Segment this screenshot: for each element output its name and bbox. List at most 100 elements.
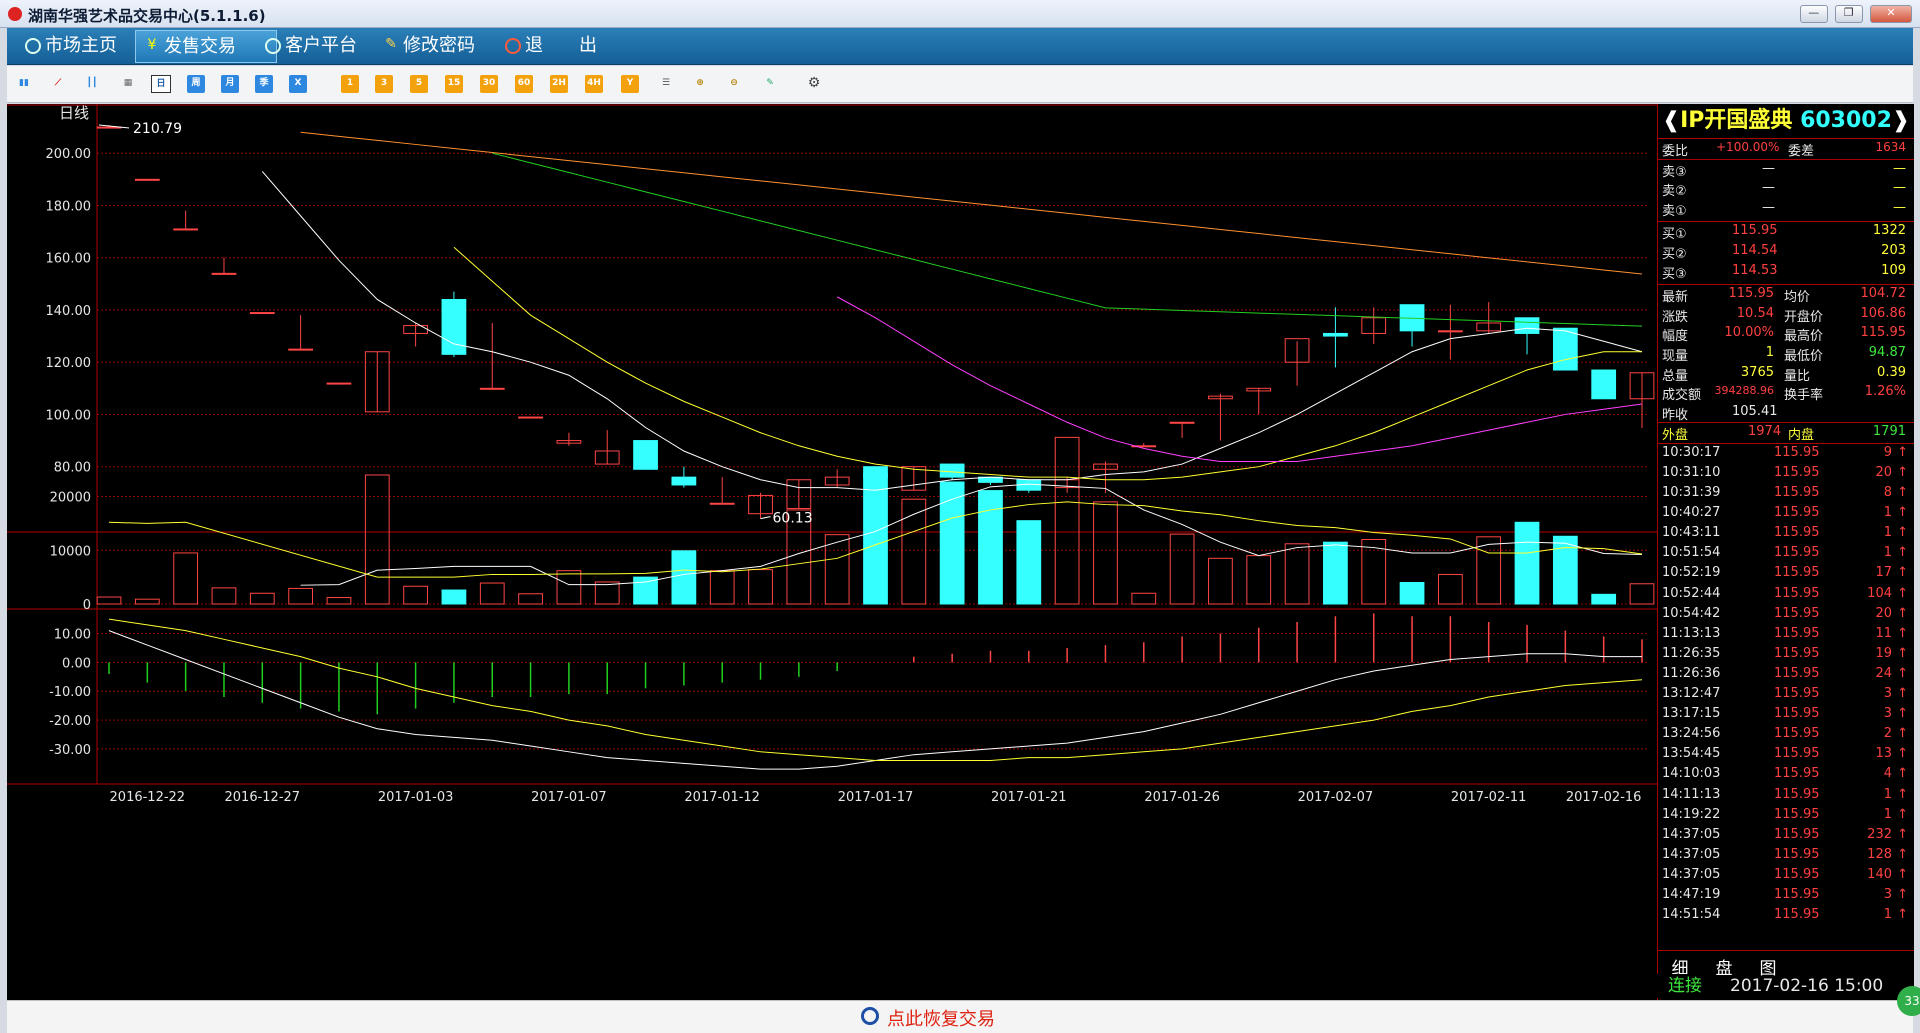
volume-bar <box>594 581 620 605</box>
candle-body <box>1169 421 1195 424</box>
period-month-button[interactable]: 月 <box>221 75 239 93</box>
tick-row: 14:37:05 115.95 140 ↑ <box>1662 866 1908 882</box>
notification-badge[interactable]: 33 <box>1897 986 1920 1016</box>
stat-row: 最新 115.95 均价 104.72 <box>1662 286 1906 306</box>
next-stock-arrow-icon[interactable]: ❱ <box>1892 104 1910 138</box>
outer-inner-row: 外盘 1974 内盘 1791 <box>1658 423 1914 444</box>
zoom-in-icon[interactable]: ⊕ <box>691 75 709 93</box>
nav-market-home[interactable]: 市场主页 <box>17 30 153 61</box>
period-day-button[interactable]: 日 <box>151 75 171 93</box>
period-x-button[interactable]: X <box>289 75 307 93</box>
tick-row: 10:31:39 115.95 8 ↑ <box>1662 485 1908 501</box>
tick-row: 11:26:36 115.95 24 ↑ <box>1662 665 1908 681</box>
minute-30-button[interactable]: 30 <box>480 75 498 93</box>
up-arrow-icon: ↑ <box>1897 866 1908 882</box>
volume-bar <box>709 570 735 605</box>
up-arrow-icon: ↑ <box>1897 726 1908 742</box>
tick-row: 11:26:35 115.95 19 ↑ <box>1662 645 1908 661</box>
tick-row: 14:37:05 115.95 232 ↑ <box>1662 826 1908 842</box>
minute-5-button[interactable]: 5 <box>410 75 428 93</box>
zoom-out-icon[interactable]: ⊖ <box>725 75 743 93</box>
list-icon[interactable]: ☰ <box>657 75 675 93</box>
restore-icon <box>861 1007 879 1025</box>
prev-close-row: 昨收 105.41 <box>1658 403 1914 424</box>
minute-15-button[interactable]: 15 <box>445 75 463 93</box>
kline-chart-area[interactable]: 200.00 180.00 160.00 140.00 120.00 100.00 80.0… <box>7 104 1657 1000</box>
date-tick-label: 2016-12-27 <box>225 790 301 805</box>
date-tick-label: 2016-12-22 <box>110 790 186 805</box>
power-icon <box>505 38 521 54</box>
kline-chart[interactable]: 200.00 180.00 160.00 140.00 120.00 100.00 80.0… <box>7 104 1657 1000</box>
period-week-button[interactable]: 周 <box>187 75 205 93</box>
tick-row: 13:17:15 115.95 3 ↑ <box>1662 706 1908 722</box>
volume-bar <box>288 587 314 605</box>
window-title: 湖南华强艺术品交易中心(5.1.1.6) <box>28 7 266 25</box>
volume-bar <box>211 587 237 605</box>
date-tick-label: 2017-02-16 <box>1566 790 1642 805</box>
maximize-button[interactable]: ❐ <box>1834 5 1863 23</box>
volume-bar <box>364 474 390 605</box>
line-chart-icon[interactable]: ⟋ <box>49 75 67 93</box>
candle-body <box>1514 317 1540 334</box>
minimize-button[interactable]: — <box>1799 5 1828 23</box>
ma10-line <box>453 246 1642 481</box>
minute-60-button[interactable]: 60 <box>515 75 533 93</box>
stat-row: 总量 3765 量比 0.39 <box>1662 364 1906 384</box>
bar-chart-icon[interactable]: ▮▮ <box>15 75 33 93</box>
tick-row: 10:52:19 115.95 17 ↑ <box>1662 565 1908 581</box>
nav-client-platform[interactable]: 客户平台 <box>257 30 393 61</box>
nav-change-password[interactable]: ✎ 修改密码 <box>375 30 515 61</box>
candle-body <box>134 178 160 181</box>
period-season-button[interactable]: 季 <box>255 75 273 93</box>
settings-gear-icon[interactable]: ⚙ <box>805 75 823 93</box>
volume-bar <box>978 490 1003 605</box>
prev-close-value: 105.41 <box>1732 403 1778 419</box>
ma60-line <box>300 131 1643 275</box>
status-bar: 点此恢复交易 <box>7 1000 1913 1033</box>
refresh-icon <box>265 38 281 54</box>
year-button[interactable]: Y <box>621 75 639 93</box>
hour-4-button[interactable]: 4H <box>585 75 603 93</box>
calendar-icon[interactable]: ▦ <box>119 75 137 93</box>
hour-2-button[interactable]: 2H <box>550 75 568 93</box>
candle-body <box>441 298 467 355</box>
volume-bar <box>748 569 773 605</box>
sell-level-row: 卖③ — — <box>1662 160 1906 180</box>
max-price-label: 210.79 <box>133 121 182 137</box>
volume-bar <box>1514 521 1540 605</box>
min-price-label: 60.13 <box>773 511 813 527</box>
macd-tick-label: -20.00 <box>49 714 91 729</box>
volume-bar <box>1284 543 1310 605</box>
date-tick-label: 2017-01-17 <box>838 790 914 805</box>
nav-logout[interactable]: 退 出 <box>497 30 645 61</box>
date-tick-label: 2017-02-11 <box>1451 790 1527 805</box>
weibi-row: 委比 +100.00% 委差 1634 <box>1658 139 1914 160</box>
nav-issue-trade[interactable]: ¥ 发售交易 <box>135 30 277 63</box>
key-icon: ✎ <box>385 36 397 52</box>
up-arrow-icon: ↑ <box>1897 766 1908 782</box>
tick-row: 10:40:27 115.95 1 ↑ <box>1662 505 1908 521</box>
stat-row: 幅度 10.00% 最高价 115.95 <box>1662 325 1906 345</box>
volume-bar <box>556 570 582 605</box>
price-tick-label: 200.00 <box>46 147 92 162</box>
tick-row: 14:47:19 115.95 3 ↑ <box>1662 886 1908 902</box>
refresh-icon <box>25 38 41 54</box>
prev-stock-arrow-icon[interactable]: ❰ <box>1662 104 1680 138</box>
candle-body <box>1323 332 1348 337</box>
tick-row: 14:19:22 115.95 1 ↑ <box>1662 806 1908 822</box>
minute-1-button[interactable]: 1 <box>341 75 359 93</box>
draw-tool-icon[interactable]: ✎ <box>761 75 779 93</box>
date-tick-label: 2017-01-12 <box>684 790 760 805</box>
close-button[interactable]: ✕ <box>1870 5 1912 23</box>
tick-row: 11:13:13 115.95 11 ↑ <box>1662 625 1908 641</box>
up-arrow-icon: ↑ <box>1897 686 1908 702</box>
restore-trade-link[interactable]: 点此恢复交易 <box>861 1005 995 1031</box>
volume-bar <box>633 576 658 605</box>
candle-body <box>479 387 505 390</box>
volume-tick-label: 20000 <box>50 491 91 506</box>
volume-bar <box>1093 501 1118 605</box>
candlestick-icon[interactable]: ┃┃ <box>83 75 101 93</box>
buy-level-row: 买① 115.95 1322 <box>1662 223 1906 243</box>
minute-3-button[interactable]: 3 <box>375 75 393 93</box>
up-arrow-icon: ↑ <box>1897 886 1908 902</box>
